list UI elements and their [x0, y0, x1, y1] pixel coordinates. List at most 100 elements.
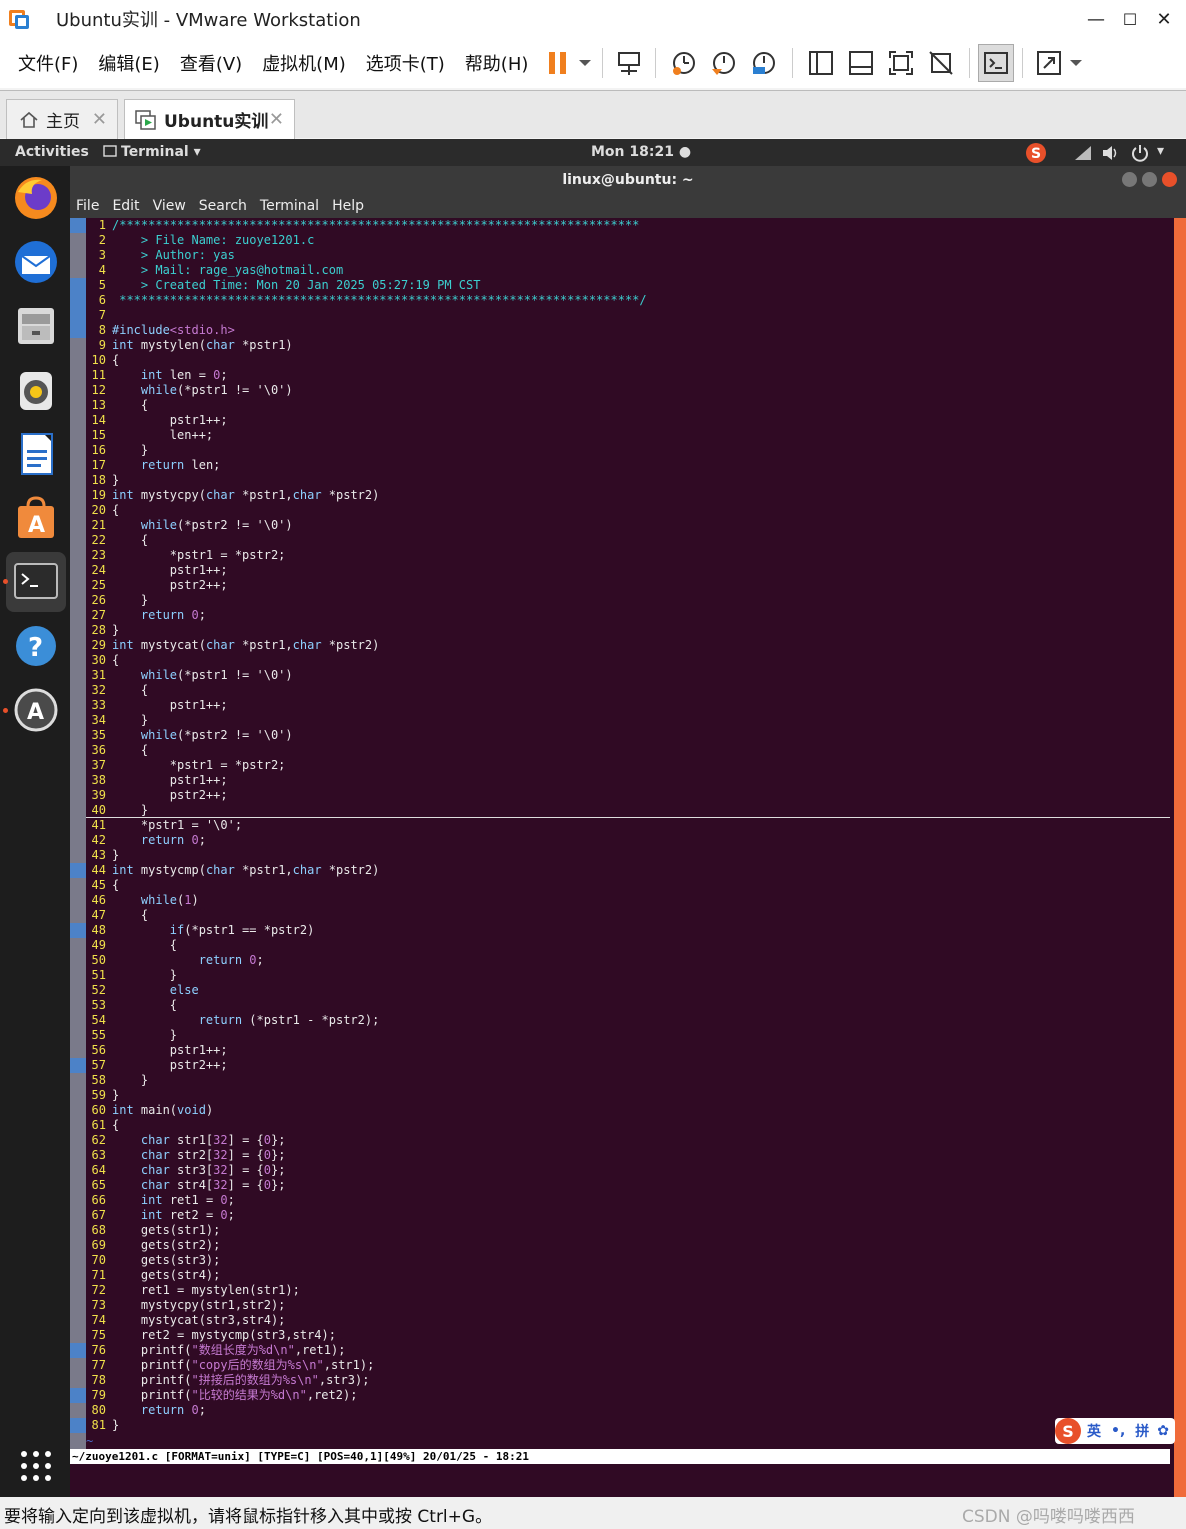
tab-ubuntu[interactable]: Ubuntu实训 ✕ — [124, 99, 295, 139]
sogou-icon[interactable]: S — [1025, 142, 1047, 164]
code-token: char — [140, 1133, 170, 1147]
line-number: 59 — [91, 1088, 106, 1102]
code-token: void — [177, 1103, 206, 1117]
software-updater-icon[interactable]: A — [12, 686, 60, 734]
line-number: 56 — [91, 1043, 106, 1057]
terminal-scrollbar[interactable] — [1174, 218, 1186, 1497]
code-token: ,str1); — [323, 1358, 375, 1372]
line-number: 60 — [91, 1103, 106, 1117]
ime-mode[interactable]: 拼 — [1135, 1421, 1149, 1441]
software-center-icon[interactable]: A — [12, 494, 60, 542]
tab-ubuntu-close-icon[interactable]: ✕ — [269, 109, 284, 130]
menu-file[interactable]: 文件(F) — [18, 50, 78, 76]
fullscreen-icon[interactable] — [881, 44, 921, 82]
terminal-menu-search[interactable]: Search — [199, 198, 247, 214]
code-token: ; — [198, 608, 206, 622]
code-token: return — [198, 953, 243, 967]
menu-vm[interactable]: 虚拟机(M) — [262, 50, 346, 76]
menu-tabs[interactable]: 选项卡(T) — [366, 50, 445, 76]
code-token: { — [112, 533, 149, 547]
code-token: } — [112, 968, 178, 982]
line-code: } — [112, 968, 177, 982]
ime-lang[interactable]: 英 — [1087, 1421, 1101, 1441]
console-view-icon[interactable] — [978, 44, 1014, 82]
system-menu-arrow-icon[interactable]: ▾ — [1157, 143, 1164, 159]
menu-edit[interactable]: 编辑(E) — [98, 50, 159, 76]
ime-toolbar[interactable]: S 英 •, 拼 ✿ — [1055, 1418, 1175, 1444]
code-line: 60 int main(void) — [86, 1103, 1174, 1118]
terminal-menu-edit[interactable]: Edit — [112, 198, 139, 214]
show-applications-icon[interactable] — [12, 1442, 60, 1490]
activities-button[interactable]: Activities — [15, 144, 89, 160]
code-line: 66 int ret1 = 0; — [86, 1193, 1174, 1208]
line-number: 22 — [91, 533, 106, 547]
terminal-menu-view[interactable]: View — [153, 198, 186, 214]
clock[interactable]: Mon 18:21 ● — [591, 144, 691, 160]
code-line: 50 return 0; — [86, 953, 1174, 968]
snapshot-manager-icon[interactable] — [744, 44, 784, 82]
unity-mode-icon[interactable] — [921, 44, 961, 82]
code-line: 6 **************************************… — [86, 293, 1174, 308]
line-code: gets(str4); — [112, 1268, 220, 1282]
code-line: 20 { — [86, 503, 1174, 518]
volume-icon[interactable] — [1102, 145, 1120, 161]
tab-home-close-icon[interactable]: ✕ — [92, 109, 107, 130]
network-icon[interactable] — [1074, 145, 1092, 161]
code-token: int — [112, 338, 134, 352]
terminal-maximize-icon[interactable] — [1142, 172, 1157, 187]
firefox-icon[interactable] — [12, 174, 60, 222]
help-icon[interactable]: ? — [12, 622, 60, 670]
line-number: 23 — [91, 548, 106, 562]
code-line: 34 } — [86, 713, 1174, 728]
snapshot-icon[interactable] — [664, 44, 704, 82]
terminal-menu-help[interactable]: Help — [332, 198, 364, 214]
rhythmbox-icon[interactable] — [12, 366, 60, 414]
line-code: { — [112, 398, 148, 412]
files-icon[interactable] — [12, 302, 60, 350]
thumbnail-view-icon[interactable] — [841, 44, 881, 82]
pause-dropdown-icon[interactable] — [576, 44, 594, 82]
code-token: 0 — [191, 833, 199, 847]
menu-view[interactable]: 查看(V) — [180, 50, 242, 76]
close-button[interactable]: ✕ — [1146, 0, 1182, 38]
vm-icon — [135, 109, 156, 130]
code-token: gets(str1); — [112, 1223, 221, 1237]
maximize-button[interactable]: ☐ — [1112, 0, 1148, 38]
line-number: 3 — [98, 248, 106, 262]
terminal-minimize-icon[interactable] — [1122, 172, 1137, 187]
code-line: 52 else — [86, 983, 1174, 998]
code-line: 25 pstr2++; — [86, 578, 1174, 593]
stretch-dropdown-icon[interactable] — [1067, 44, 1085, 82]
tab-ubuntu-label: Ubuntu实训 — [164, 112, 269, 132]
tab-home[interactable]: 主页 ✕ — [6, 99, 118, 139]
code-line: 12 while(*pstr1 != '\0') — [86, 383, 1174, 398]
sidebar-view-icon[interactable] — [801, 44, 841, 82]
line-code: printf("比较的结果为%d\n",ret2); — [112, 1388, 358, 1402]
app-menu[interactable]: Terminal ▾ — [103, 144, 201, 160]
line-number: 1 — [98, 218, 106, 232]
revert-snapshot-icon[interactable] — [704, 44, 744, 82]
power-icon[interactable] — [1131, 144, 1149, 162]
stretch-icon[interactable] — [1031, 44, 1067, 82]
terminal-dock-icon[interactable] — [6, 552, 66, 612]
line-number: 74 — [91, 1313, 106, 1327]
libreoffice-writer-icon[interactable] — [12, 430, 60, 478]
terminal-menu-terminal[interactable]: Terminal — [260, 198, 319, 214]
ime-settings-icon[interactable]: ✿ — [1157, 1423, 1169, 1439]
code-token: pstr2++; — [112, 578, 228, 592]
terminal-close-icon[interactable] — [1162, 172, 1177, 187]
line-code: return 0; — [112, 833, 206, 847]
cursor-line — [86, 817, 1170, 818]
minimize-button[interactable]: — — [1078, 0, 1114, 38]
vim-editor[interactable]: 1 /**************************************… — [70, 218, 1174, 1497]
pause-icon[interactable] — [540, 44, 576, 82]
thunderbird-icon[interactable] — [12, 238, 60, 286]
menu-help[interactable]: 帮助(H) — [465, 50, 529, 76]
ime-punct[interactable]: •, — [1111, 1423, 1125, 1439]
line-code: int len = 0; — [112, 368, 228, 382]
terminal-menu-file[interactable]: File — [76, 198, 99, 214]
send-ctrl-alt-del-icon[interactable] — [611, 44, 647, 82]
